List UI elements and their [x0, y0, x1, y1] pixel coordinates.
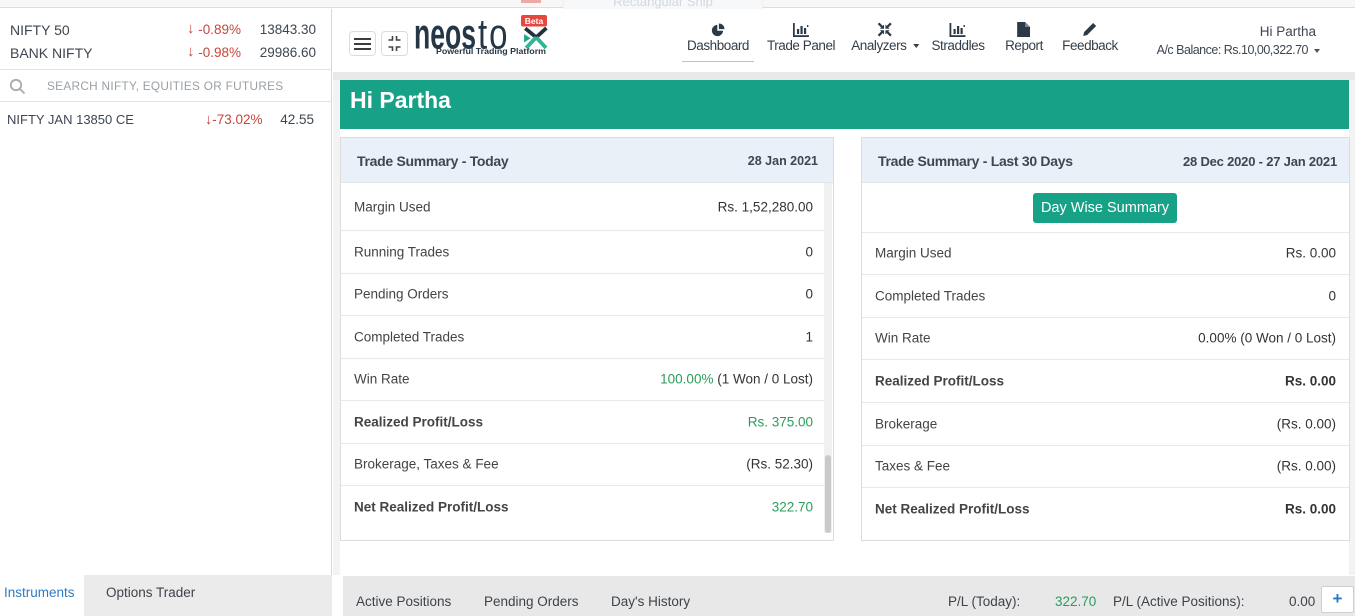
- svg-text:Powerful Trading Platform: Powerful Trading Platform: [436, 47, 546, 56]
- svg-text:Beta: Beta: [525, 16, 544, 26]
